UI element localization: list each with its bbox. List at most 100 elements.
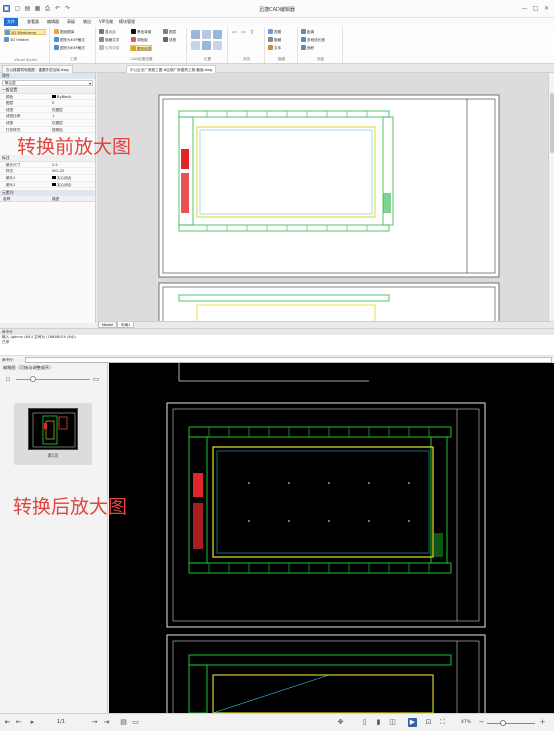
layer-col-desc[interactable]: 描述 xyxy=(52,196,59,202)
lineweight-button[interactable]: 线宽 xyxy=(163,37,176,43)
hide-button[interactable]: 隐藏 xyxy=(268,37,281,43)
fullscreen-icon[interactable]: ⛶ xyxy=(438,718,447,727)
thumbnail-page-label: 第1页 xyxy=(47,453,59,458)
slider-track[interactable] xyxy=(16,379,90,380)
zoom-in-large-icon[interactable]: ▭ xyxy=(92,375,100,383)
properties-panel: 属性 默认层 一般设置 颜色ByBlock 图层0 线型仅图层 线型比例1 线宽… xyxy=(0,73,96,323)
layer-combo[interactable]: 默认层 xyxy=(2,80,93,86)
scrollbar-thumb[interactable] xyxy=(550,93,554,153)
zoom-window-icon[interactable] xyxy=(191,30,200,39)
forward-arrow-icon[interactable]: ⇨ xyxy=(241,30,246,36)
fit-page-icon[interactable]: ▭ xyxy=(131,718,140,727)
property-row[interactable]: 箭头尺寸 2.5 xyxy=(0,162,95,169)
two-page-icon[interactable]: ◫ xyxy=(388,718,397,727)
export-format-2-button[interactable]: 图形为EXP格式 xyxy=(54,45,85,51)
slideshow-icon[interactable]: ▶ xyxy=(408,718,417,727)
ribbon-tab-vip[interactable]: VIP功能 xyxy=(96,18,116,26)
library-icon xyxy=(54,29,59,34)
single-page-icon[interactable]: ▯ xyxy=(360,718,369,727)
export-format-button[interactable]: 图形为EXP格式 xyxy=(54,37,85,43)
polyline-icon xyxy=(301,37,306,42)
ribbon-tab-advanced[interactable]: 高级 xyxy=(64,18,78,26)
property-row[interactable]: 线宽 仅图层 xyxy=(0,120,95,127)
lineweight-icon xyxy=(163,37,168,42)
layer-col-name[interactable]: 名称 xyxy=(3,196,10,202)
ribbon-group-caption: 位置 xyxy=(203,57,212,61)
status-bar: ⇤ ← ▸ 1/1 → ⇥ ▤ ▭ ✥ ▯ ▮ ◫ ▶ ⊡ ⛶ 47% − + xyxy=(0,713,554,731)
arrow-swatch xyxy=(52,175,56,179)
outline-adjust-button[interactable]: 轮廓调整 xyxy=(99,45,119,51)
page-indicator[interactable]: 1/1 xyxy=(57,718,65,727)
black-background-button[interactable]: 黑色背景 xyxy=(131,29,151,35)
ribbon-tab-viewer[interactable]: 查看器 xyxy=(24,18,42,26)
background-icon xyxy=(131,29,136,34)
zoom-extents-icon[interactable] xyxy=(202,30,211,39)
zoom-slider-track[interactable] xyxy=(487,723,535,724)
page-thumbnail[interactable]: 第1页 xyxy=(14,403,92,465)
fit-icon[interactable]: ⊡ xyxy=(424,718,433,727)
thumbnail-drawing xyxy=(32,412,76,448)
palette-button[interactable]: 调色板 xyxy=(131,37,148,43)
zoom-out-icon[interactable] xyxy=(202,41,211,50)
document-tab[interactable]: 办公楼建筑电路图 - 重要外层出库.dwg xyxy=(2,65,73,73)
property-row[interactable]: 线型 仅图层 xyxy=(0,107,95,114)
zoom-plus-icon[interactable]: + xyxy=(538,718,547,727)
property-row[interactable]: 线型比例 1 xyxy=(0,113,95,120)
continuous-icon[interactable]: ▮ xyxy=(374,718,383,727)
ribbon-group-position: 位置 xyxy=(188,27,228,63)
vertical-scrollbar[interactable] xyxy=(548,73,554,323)
hide-text-button[interactable]: 隐藏文字 xyxy=(99,37,119,43)
hidden-3d-button[interactable]: 3D Hidden xyxy=(4,37,29,43)
slider-knob[interactable] xyxy=(30,376,36,382)
property-row[interactable]: 图层 0 xyxy=(0,100,95,107)
up-arrow-icon[interactable]: ⇧ xyxy=(250,30,255,36)
wireframe-2d-button[interactable]: 2D Wireframe xyxy=(4,29,46,35)
drawing-canvas-after[interactable] xyxy=(109,363,554,713)
pan-tool-icon[interactable]: ✥ xyxy=(336,718,345,727)
section-general[interactable]: 一般设置 xyxy=(0,87,95,94)
fit-width-icon[interactable]: ▤ xyxy=(119,718,128,727)
drawing-info-button[interactable]: 图形信息 xyxy=(130,45,153,51)
zoom-slider-knob[interactable] xyxy=(500,720,506,726)
prev-page-icon[interactable]: ← xyxy=(14,718,23,727)
ribbon-group-measure: 距离 多段线长度 面积 测量 xyxy=(299,27,343,63)
first-page-icon[interactable]: ⇤ xyxy=(3,718,12,727)
pan-icon[interactable] xyxy=(213,30,222,39)
layers-button[interactable]: 图层 xyxy=(163,29,176,35)
property-row[interactable]: 样式 ISO-25 xyxy=(0,168,95,175)
thumbnail-header: 缩略图（可拖动调整顺序） xyxy=(3,365,54,370)
drawing-canvas-before[interactable] xyxy=(97,73,554,323)
view-button[interactable]: 视图 xyxy=(268,29,281,35)
drawing-library-button[interactable]: 图纸图库 xyxy=(54,29,74,35)
drawing-sheet xyxy=(158,94,500,278)
document-tab-bar: 办公楼建筑电路图 - 重要外层出库.dwg 中公企业厂房施工图-N区钢厂房建筑工… xyxy=(0,64,554,73)
zoom-level[interactable]: 47% xyxy=(461,718,471,727)
page-nav-icon[interactable]: ▸ xyxy=(28,718,37,727)
back-arrow-icon[interactable]: ⇦ xyxy=(232,30,237,36)
property-row[interactable]: 颜色 ByBlock xyxy=(0,94,95,101)
text-button[interactable]: 文本 xyxy=(268,45,281,51)
area-button[interactable]: 面积 xyxy=(301,45,314,51)
maximize-icon[interactable]: □ xyxy=(531,4,540,13)
zoom-previous-icon[interactable] xyxy=(213,41,222,50)
distance-button[interactable]: 距离 xyxy=(301,29,314,35)
property-row[interactable]: 箭头1 实心闭合 xyxy=(0,175,95,182)
command-history-line: 已停 xyxy=(2,340,10,344)
close-icon[interactable]: ✕ xyxy=(542,4,551,13)
document-tab-active[interactable]: 中公企业厂房施工图-N区钢厂房建筑工程-截面.dwg xyxy=(126,65,217,73)
zoom-out-small-icon[interactable]: ▫ xyxy=(4,375,12,383)
polyline-length-button[interactable]: 多段线长度 xyxy=(301,37,325,43)
property-row[interactable]: 箭头2 实心闭合 xyxy=(0,182,95,189)
last-page-icon[interactable]: ⇥ xyxy=(102,718,111,727)
ribbon-tab-file[interactable]: 文件 xyxy=(4,18,18,26)
cad-drawing-after xyxy=(166,363,486,713)
show-points-button[interactable]: 显示点 xyxy=(99,29,116,35)
minimize-icon[interactable]: — xyxy=(520,4,529,13)
ribbon-tab-modules[interactable]: 模块管理 xyxy=(116,18,138,26)
zoom-in-icon[interactable] xyxy=(191,41,200,50)
ribbon-tab-editor[interactable]: 编辑器 xyxy=(44,18,62,26)
arrow-swatch xyxy=(52,182,56,186)
ribbon-tab-output[interactable]: 输出 xyxy=(80,18,94,26)
next-page-icon[interactable]: → xyxy=(90,718,99,727)
zoom-minus-icon[interactable]: − xyxy=(477,718,486,727)
